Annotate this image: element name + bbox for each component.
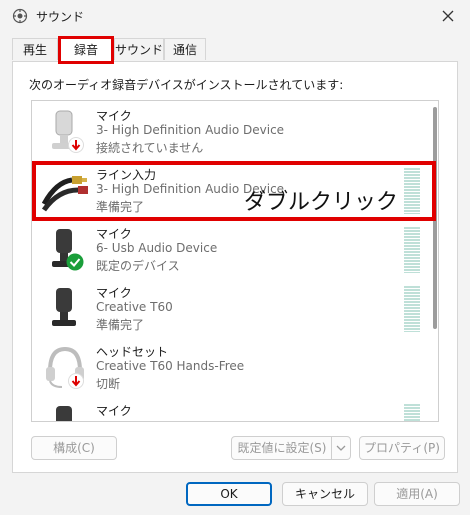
- device-status: 既定のデバイス: [96, 259, 180, 273]
- device-name: マイク: [96, 109, 132, 123]
- tab-playback[interactable]: 再生: [12, 38, 58, 60]
- set-default-button[interactable]: 既定値に設定(S): [231, 436, 351, 460]
- device-list[interactable]: マイク 3- High Definition Audio Device 接続され…: [31, 100, 439, 422]
- close-icon[interactable]: [438, 6, 458, 26]
- title-bar: サウンド: [0, 0, 470, 32]
- properties-button[interactable]: プロパティ(P): [359, 436, 445, 460]
- annotation-label: ダブルクリック: [244, 190, 399, 215]
- list-item[interactable]: マイク 6- Usb Audio Device 既定のデバイス: [32, 221, 428, 280]
- chevron-down-icon[interactable]: [331, 437, 350, 459]
- device-name: ヘッドセット: [96, 345, 169, 359]
- microphone-icon: [52, 288, 76, 326]
- device-status: 準備完了: [96, 318, 145, 332]
- list-item[interactable]: ヘッドセット Creative T60 Hands-Free 切断: [32, 339, 428, 398]
- window-title: サウンド: [36, 10, 85, 24]
- red-down-arrow-badge-icon: [68, 373, 84, 389]
- level-meter: [404, 404, 420, 421]
- apply-button[interactable]: 適用(A): [374, 482, 460, 506]
- green-check-badge-icon: [66, 253, 84, 271]
- device-status: 切断: [96, 377, 121, 391]
- red-down-arrow-badge-icon: [68, 137, 84, 153]
- tab-communications[interactable]: 通信: [164, 38, 206, 60]
- list-item[interactable]: マイク: [32, 398, 428, 421]
- devices-caption: 次のオーディオ録音デバイスがインストールされています:: [29, 78, 344, 92]
- level-meter: [404, 227, 420, 273]
- speaker-settings-icon: [12, 8, 28, 24]
- device-description: Creative T60: [96, 300, 173, 314]
- list-item[interactable]: マイク Creative T60 準備完了: [32, 280, 428, 339]
- sound-dialog: サウンド 再生 録音 サウンド 通信 次のオーディオ録音デバイスがインストールさ…: [0, 0, 470, 515]
- device-name: マイク: [96, 404, 132, 418]
- device-name: マイク: [96, 227, 132, 241]
- recording-panel: 次のオーディオ録音デバイスがインストールされています: マイク 3- High …: [12, 61, 458, 473]
- microphone-icon: [56, 406, 72, 421]
- set-default-label: 既定値に設定(S): [237, 441, 327, 455]
- tab-recording[interactable]: 録音: [58, 36, 114, 64]
- configure-button[interactable]: 構成(C): [31, 436, 117, 460]
- ok-button[interactable]: OK: [186, 482, 272, 506]
- device-status: 接続されていません: [96, 141, 204, 155]
- device-description: Creative T60 Hands-Free: [96, 359, 245, 373]
- device-name: マイク: [96, 286, 132, 300]
- device-description: 3- High Definition Audio Device: [96, 123, 285, 137]
- level-meter: [404, 286, 420, 332]
- list-item[interactable]: マイク 3- High Definition Audio Device 接続され…: [32, 103, 428, 162]
- device-description: 6- Usb Audio Device: [96, 241, 218, 255]
- tab-sounds[interactable]: サウンド: [114, 38, 164, 60]
- cancel-button[interactable]: キャンセル: [282, 482, 368, 506]
